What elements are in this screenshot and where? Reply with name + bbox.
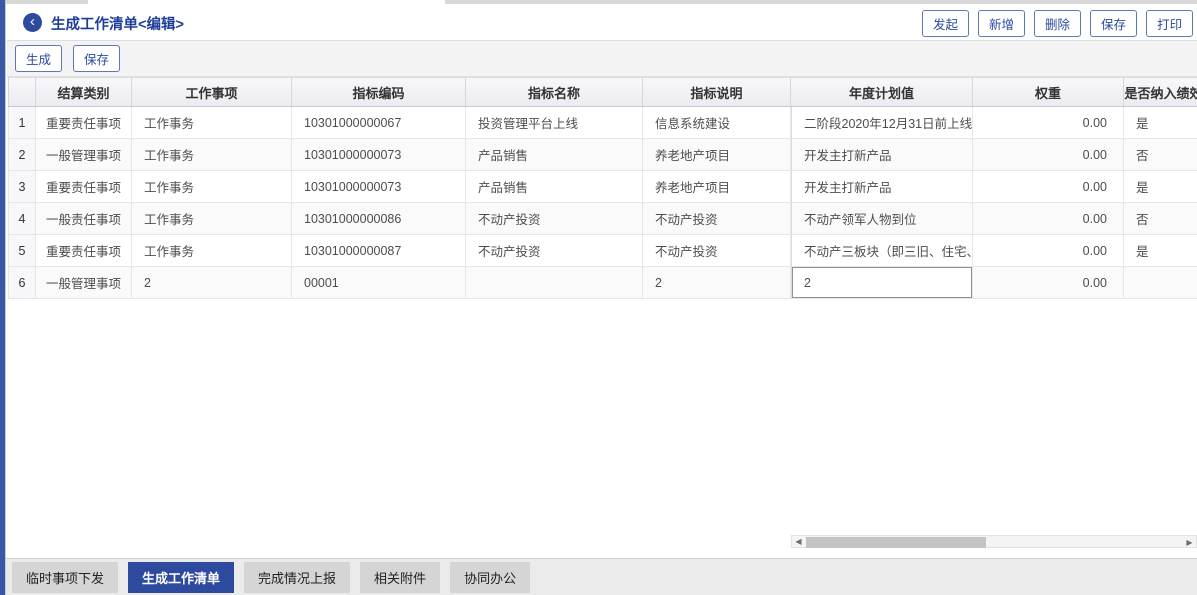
cell-code[interactable]: 10301000000086	[292, 203, 466, 235]
cell-plan[interactable]: 开发主打新产品	[791, 139, 973, 171]
delete-button[interactable]: 删除	[1034, 10, 1081, 37]
page-title: 生成工作清单<编辑>	[51, 13, 184, 34]
scroll-right-arrow-icon[interactable]: ▶	[1183, 537, 1196, 548]
cell-item[interactable]: 工作事务	[132, 171, 292, 203]
cell-code[interactable]: 10301000000073	[292, 139, 466, 171]
back-button[interactable]: ‹	[23, 13, 42, 32]
cell-category[interactable]: 重要责任事项	[36, 107, 132, 139]
scrollbar-thumb[interactable]	[806, 537, 986, 548]
secondary-toolbar: 生成 保存	[7, 41, 1197, 77]
cell-rownum[interactable]: 5	[8, 235, 36, 267]
cell-code[interactable]: 10301000000087	[292, 235, 466, 267]
table-row: 3 重要责任事项 工作事务 10301000000073 产品销售 养老地产项目…	[8, 171, 1197, 203]
column-header-weight[interactable]: 权重	[973, 78, 1124, 106]
cell-included[interactable]: 是	[1124, 235, 1197, 267]
cell-name[interactable]: 不动产投资	[466, 235, 643, 267]
toolbar-save-button[interactable]: 保存	[73, 45, 120, 72]
cell-plan[interactable]: 不动产领军人物到位	[791, 203, 973, 235]
column-header-rownum	[8, 78, 36, 106]
cell-name[interactable]: 投资管理平台上线	[466, 107, 643, 139]
cell-category[interactable]: 重要责任事项	[36, 171, 132, 203]
cell-included[interactable]: 否	[1124, 203, 1197, 235]
column-header-plan[interactable]: 年度计划值	[791, 78, 973, 106]
column-header-code[interactable]: 指标编码	[292, 78, 466, 106]
cell-item[interactable]: 工作事务	[132, 235, 292, 267]
save-button[interactable]: 保存	[1090, 10, 1137, 37]
cell-code[interactable]: 00001	[292, 267, 466, 299]
scroll-left-arrow-icon[interactable]: ◀	[792, 536, 805, 547]
chevron-left-icon: ‹	[30, 13, 35, 30]
cell-weight[interactable]: 0.00	[973, 235, 1124, 267]
cell-code[interactable]: 10301000000073	[292, 171, 466, 203]
cell-category[interactable]: 一般责任事项	[36, 203, 132, 235]
cell-included[interactable]: 否	[1124, 139, 1197, 171]
cell-rownum[interactable]: 2	[8, 139, 36, 171]
cell-category[interactable]: 重要责任事项	[36, 235, 132, 267]
table-row: 4 一般责任事项 工作事务 10301000000086 不动产投资 不动产投资…	[8, 203, 1197, 235]
left-accent-bar	[0, 0, 6, 595]
bottom-tab-bar: 临时事项下发 生成工作清单 完成情况上报 相关附件 协同办公	[0, 558, 1197, 595]
cell-item[interactable]: 工作事务	[132, 139, 292, 171]
cell-plan[interactable]: 不动产三板块（即三旧、住宅、商	[791, 235, 973, 267]
generate-button[interactable]: 生成	[15, 45, 62, 72]
table-row: 2 一般管理事项 工作事务 10301000000073 产品销售 养老地产项目…	[8, 139, 1197, 171]
cell-weight[interactable]: 0.00	[973, 139, 1124, 171]
column-header-desc[interactable]: 指标说明	[643, 78, 791, 106]
horizontal-scrollbar[interactable]: ◀ ▶	[791, 535, 1197, 548]
tab-completion-report[interactable]: 完成情况上报	[244, 562, 350, 593]
tab-collaboration[interactable]: 协同办公	[450, 562, 530, 593]
table-row: 5 重要责任事项 工作事务 10301000000087 不动产投资 不动产投资…	[8, 235, 1197, 267]
column-header-name[interactable]: 指标名称	[466, 78, 643, 106]
cell-item[interactable]: 工作事务	[132, 107, 292, 139]
cell-desc[interactable]: 不动产投资	[643, 203, 791, 235]
cell-category[interactable]: 一般管理事项	[36, 139, 132, 171]
header-actions: 发起 新增 删除 保存 打印 上一条	[922, 10, 1197, 37]
cell-code[interactable]: 10301000000067	[292, 107, 466, 139]
cell-name[interactable]: 不动产投资	[466, 203, 643, 235]
cell-name[interactable]: 产品销售	[466, 139, 643, 171]
column-header-category[interactable]: 结算类别	[36, 78, 132, 106]
tab-generate-worklist[interactable]: 生成工作清单	[128, 562, 234, 593]
cell-rownum[interactable]: 1	[8, 107, 36, 139]
cell-weight[interactable]: 0.00	[973, 107, 1124, 139]
worklist-table: 结算类别 工作事项 指标编码 指标名称 指标说明 年度计划值 权重 是否纳入绩效…	[8, 77, 1197, 299]
column-header-included[interactable]: 是否纳入绩效	[1124, 78, 1197, 106]
cell-rownum[interactable]: 6	[8, 267, 36, 299]
cell-weight[interactable]: 0.00	[973, 267, 1124, 299]
column-header-item[interactable]: 工作事项	[132, 78, 292, 106]
cell-rownum[interactable]: 3	[8, 171, 36, 203]
cell-desc[interactable]: 养老地产项目	[643, 171, 791, 203]
table-row: 6 一般管理事项 2 00001 2 2 0.00	[8, 267, 1197, 299]
cell-plan[interactable]: 开发主打新产品	[791, 171, 973, 203]
cell-desc[interactable]: 养老地产项目	[643, 139, 791, 171]
add-button[interactable]: 新增	[978, 10, 1025, 37]
cell-name[interactable]: 产品销售	[466, 171, 643, 203]
cell-weight[interactable]: 0.00	[973, 203, 1124, 235]
table-header-row: 结算类别 工作事项 指标编码 指标名称 指标说明 年度计划值 权重 是否纳入绩效	[8, 77, 1197, 107]
cell-desc[interactable]: 2	[643, 267, 791, 299]
cell-included[interactable]	[1124, 267, 1197, 299]
cell-desc[interactable]: 不动产投资	[643, 235, 791, 267]
cell-item[interactable]: 工作事务	[132, 203, 292, 235]
tab-temp-items[interactable]: 临时事项下发	[12, 562, 118, 593]
cell-plan-selected[interactable]: 2	[791, 267, 973, 299]
initiate-button[interactable]: 发起	[922, 10, 969, 37]
cell-category[interactable]: 一般管理事项	[36, 267, 132, 299]
cell-included[interactable]: 是	[1124, 171, 1197, 203]
cell-item[interactable]: 2	[132, 267, 292, 299]
table-row: 1 重要责任事项 工作事务 10301000000067 投资管理平台上线 信息…	[8, 107, 1197, 139]
cell-plan[interactable]: 二阶段2020年12月31日前上线	[791, 107, 973, 139]
print-button[interactable]: 打印	[1146, 10, 1193, 37]
cell-name[interactable]	[466, 267, 643, 299]
app-window: ‹ 生成工作清单<编辑> 发起 新增 删除 保存 打印 上一条 生成 保存 结算…	[0, 0, 1197, 595]
tab-attachments[interactable]: 相关附件	[360, 562, 440, 593]
cell-rownum[interactable]: 4	[8, 203, 36, 235]
cell-desc[interactable]: 信息系统建设	[643, 107, 791, 139]
cell-included[interactable]: 是	[1124, 107, 1197, 139]
cell-weight[interactable]: 0.00	[973, 171, 1124, 203]
page-header: ‹ 生成工作清单<编辑> 发起 新增 删除 保存 打印 上一条	[7, 4, 1197, 41]
